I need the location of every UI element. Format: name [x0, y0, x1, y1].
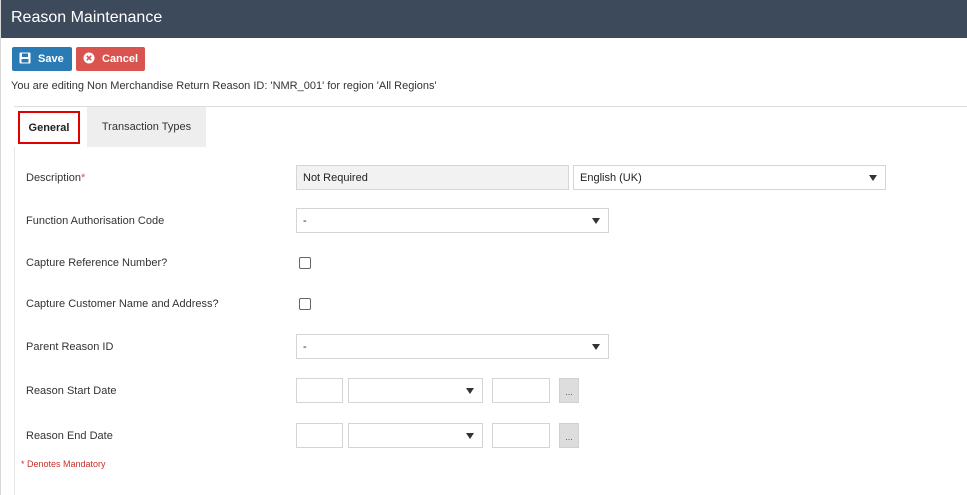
parent-reason-label: Parent Reason ID	[26, 341, 114, 353]
required-mark: *	[81, 172, 86, 184]
save-label: Save	[38, 53, 64, 65]
language-select[interactable]: English (UK)	[573, 165, 886, 190]
function-auth-code-label: Function Authorisation Code	[26, 215, 165, 227]
description-label: Description*	[26, 172, 85, 184]
end-month-select[interactable]	[348, 423, 483, 448]
end-day-input[interactable]	[296, 423, 343, 448]
close-circle-icon	[83, 52, 95, 67]
capture-reference-label: Capture Reference Number?	[26, 257, 168, 269]
language-value: English (UK)	[580, 171, 642, 184]
function-auth-code-value: -	[303, 214, 307, 227]
start-year-input[interactable]	[492, 378, 550, 403]
start-date-label: Reason Start Date	[26, 385, 117, 397]
caret-down-icon	[466, 388, 474, 394]
save-button[interactable]: Save	[12, 47, 72, 71]
description-input[interactable]: Not Required	[296, 165, 569, 190]
end-date-label: Reason End Date	[26, 430, 113, 442]
end-year-input[interactable]	[492, 423, 550, 448]
cancel-button[interactable]: Cancel	[76, 47, 145, 71]
description-label-text: Description	[26, 172, 82, 184]
caret-down-icon	[869, 175, 877, 181]
parent-reason-select[interactable]: -	[296, 334, 609, 359]
capture-customer-checkbox[interactable]	[299, 298, 311, 310]
tab-transaction-types[interactable]: Transaction Types	[87, 107, 206, 147]
app-frame: Reason Maintenance Save Cancel You are e…	[0, 0, 967, 495]
start-day-input[interactable]	[296, 378, 343, 403]
capture-reference-checkbox[interactable]	[299, 257, 311, 269]
start-month-select[interactable]	[348, 378, 483, 403]
mandatory-note: * Denotes Mandatory	[21, 459, 106, 469]
capture-customer-label: Capture Customer Name and Address?	[26, 298, 219, 310]
tab-general[interactable]: General	[18, 111, 80, 144]
title-bar: Reason Maintenance	[1, 0, 967, 38]
description-value: Not Required	[303, 171, 368, 184]
caret-down-icon	[592, 344, 600, 350]
floppy-disk-icon	[19, 52, 31, 67]
editing-info-text: You are editing Non Merchandise Return R…	[11, 80, 437, 92]
function-auth-code-select[interactable]: -	[296, 208, 609, 233]
end-date-picker-button[interactable]: ...	[559, 423, 579, 448]
parent-reason-value: -	[303, 340, 307, 353]
caret-down-icon	[466, 433, 474, 439]
general-panel	[14, 147, 967, 495]
cancel-label: Cancel	[102, 53, 139, 65]
page-title: Reason Maintenance	[11, 9, 163, 26]
caret-down-icon	[592, 218, 600, 224]
start-date-picker-button[interactable]: ...	[559, 378, 579, 403]
